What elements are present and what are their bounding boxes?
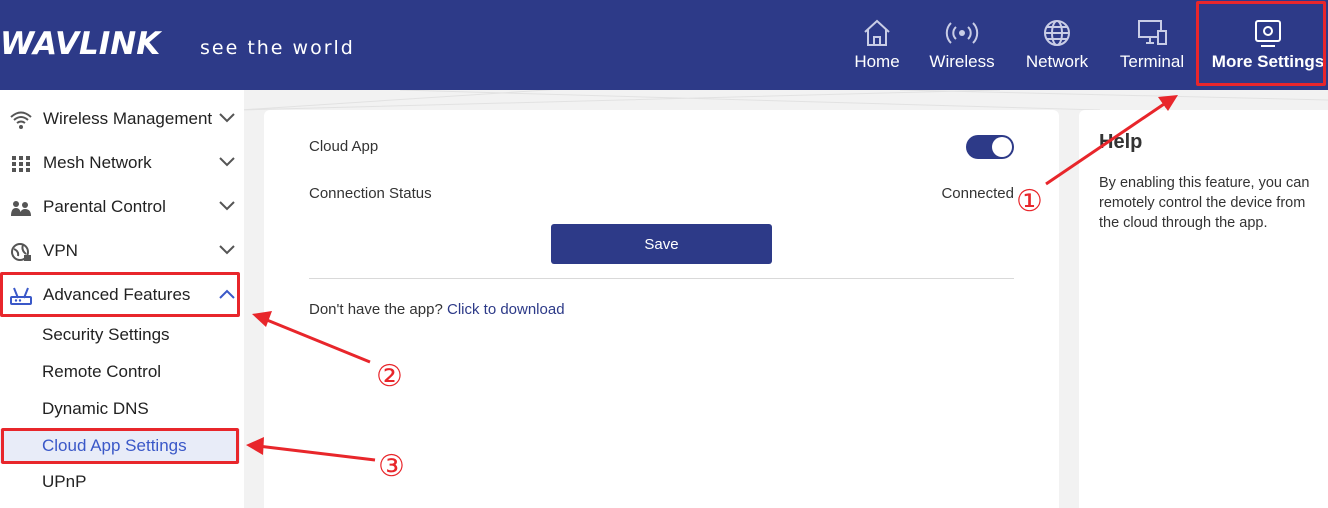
nav-wireless[interactable]: Wireless (925, 14, 999, 78)
wireless-icon (945, 22, 979, 44)
help-panel: Help By enabling this feature, you can r… (1079, 110, 1328, 508)
vpn-globe-icon (11, 243, 31, 261)
sidebar-subitem-label: Remote Control (42, 362, 162, 381)
annotation-marker-2: ② (376, 359, 403, 394)
divider (309, 278, 1014, 279)
help-text: By enabling this feature, you can remote… (1099, 175, 1310, 231)
download-prompt-line: Don't have the app? Click to download (309, 301, 565, 318)
sidebar-subitem-security-settings[interactable]: Security Settings (0, 318, 240, 352)
wifi-icon (10, 111, 32, 129)
sidebar-item-mesh-network[interactable]: Mesh Network (0, 144, 244, 184)
download-link[interactable]: Click to download (447, 301, 565, 318)
annotation-marker-3: ③ (378, 449, 405, 484)
sidebar-item-wireless-management[interactable]: Wireless Management (0, 100, 244, 140)
top-navigation-bar: WAVLINK see the world Home Wireless Netw… (0, 0, 1328, 90)
sidebar-subitem-upnp[interactable]: UPnP (0, 465, 240, 499)
sidebar-subitem-label: Dynamic DNS (42, 399, 149, 418)
annotation-marker-1: ① (1016, 184, 1043, 219)
chevron-down-icon (219, 201, 235, 211)
sidebar-item-label: VPN (43, 241, 78, 260)
chevron-down-icon (219, 113, 235, 123)
nav-network[interactable]: Network (1019, 14, 1095, 78)
toggle-knob (992, 137, 1012, 157)
connection-status-label: Connection Status (309, 185, 432, 202)
chevron-down-icon (219, 245, 235, 255)
nav-terminal[interactable]: Terminal (1114, 14, 1190, 78)
sidebar-subitem-label: UPnP (42, 472, 87, 491)
sidebar-subitem-label: Security Settings (42, 325, 170, 344)
save-button[interactable]: Save (551, 224, 772, 264)
sidebar-item-label: Parental Control (43, 197, 166, 216)
slogan: see the world (200, 37, 355, 59)
globe-icon (1044, 20, 1070, 46)
nav-network-label: Network (1025, 52, 1089, 71)
cloud-app-label: Cloud App (309, 138, 379, 155)
sidebar-item-parental-control[interactable]: Parental Control (0, 188, 244, 228)
chevron-down-icon (219, 157, 235, 167)
sidebar-item-label: Wireless Management (43, 109, 213, 128)
sidebar-item-label: Mesh Network (43, 153, 152, 172)
nav-home[interactable]: Home (846, 14, 908, 78)
connection-status-value: Connected (941, 185, 1014, 202)
sidebar-subitem-dynamic-dns[interactable]: Dynamic DNS (0, 392, 240, 426)
grid-icon (12, 156, 30, 172)
parents-icon (11, 201, 31, 216)
wavlink-logo: WAVLINK (0, 26, 161, 62)
highlight-box-advanced-features (0, 272, 240, 317)
sidebar-subitem-remote-control[interactable]: Remote Control (0, 355, 240, 389)
highlight-box-cloud-app-settings (1, 428, 239, 464)
download-prompt-text: Don't have the app? (309, 301, 443, 318)
home-icon (864, 19, 890, 46)
monitor-icon (1138, 20, 1167, 45)
nav-terminal-label: Terminal (1119, 52, 1185, 71)
sidebar-item-vpn[interactable]: VPN (0, 232, 244, 272)
cloud-app-toggle[interactable] (966, 135, 1014, 159)
help-title: Help (1099, 131, 1143, 153)
nav-home-label: Home (854, 52, 900, 71)
nav-wireless-label: Wireless (929, 52, 995, 71)
highlight-box-more-settings (1196, 1, 1326, 86)
